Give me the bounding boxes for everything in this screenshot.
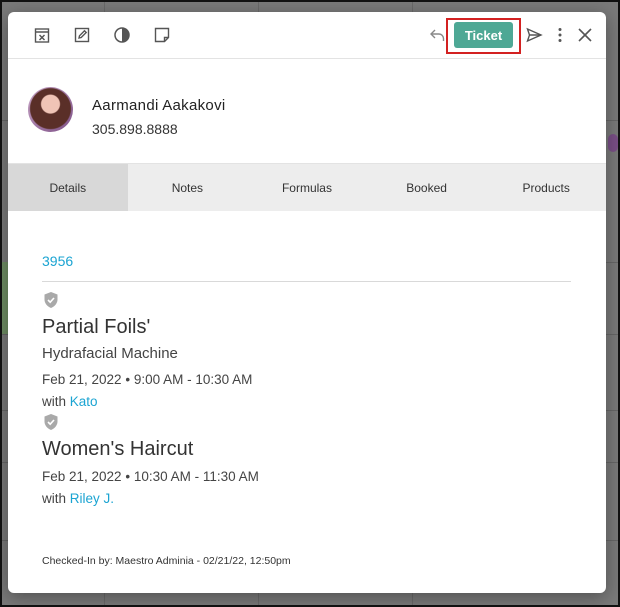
staff-link[interactable]: Riley J. (70, 491, 114, 506)
tab-notes[interactable]: Notes (128, 164, 248, 211)
divider (42, 281, 571, 282)
close-icon[interactable] (575, 25, 595, 45)
tab-booked[interactable]: Booked (367, 164, 487, 211)
with-label: with (42, 491, 67, 506)
avatar[interactable] (28, 87, 73, 132)
checked-in-info: Checked-In by: Maestro Adminia - 02/21/2… (42, 555, 291, 567)
service-datetime: Feb 21, 2022 • 9:00 AM - 10:30 AM (42, 372, 253, 387)
edit-icon[interactable] (72, 25, 92, 45)
ticket-number-link[interactable]: 3956 (42, 253, 73, 269)
tab-products[interactable]: Products (486, 164, 606, 211)
with-label: with (42, 394, 67, 409)
appointment-modal: Ticket Aarmandi Aakakovi 305.898.8888 De… (8, 12, 606, 593)
contrast-icon[interactable] (112, 25, 132, 45)
bg-indicator (608, 134, 618, 152)
calendar-cancel-icon[interactable] (32, 25, 52, 45)
ticket-button[interactable]: Ticket (454, 22, 513, 48)
service-time: 10:30 AM - 11:30 AM (133, 469, 259, 484)
service-name: Women's Haircut (42, 438, 194, 460)
send-icon[interactable] (524, 25, 544, 45)
client-phone: 305.898.8888 (92, 121, 178, 137)
service-datetime: Feb 21, 2022 • 10:30 AM - 11:30 AM (42, 469, 259, 484)
service-staff: with Riley J. (42, 491, 114, 506)
details-panel: 3956 Partial Foils' Hydrafacial Machine … (42, 211, 572, 593)
service-time: 9:00 AM - 10:30 AM (133, 372, 253, 387)
shield-check-icon (44, 414, 58, 430)
service-date: Feb 21, 2022 (42, 469, 122, 484)
client-name[interactable]: Aarmandi Aakakovi (92, 97, 226, 114)
more-vertical-icon[interactable] (550, 25, 570, 45)
modal-toolbar: Ticket (8, 12, 606, 59)
note-icon[interactable] (152, 25, 172, 45)
service-resource: Hydrafacial Machine (42, 345, 178, 362)
reply-icon[interactable] (427, 25, 447, 45)
shield-check-icon (44, 292, 58, 308)
bg-appointment-block (0, 262, 8, 334)
tab-details[interactable]: Details (8, 164, 128, 211)
staff-link[interactable]: Kato (70, 394, 98, 409)
service-date: Feb 21, 2022 (42, 372, 122, 387)
client-header: Aarmandi Aakakovi 305.898.8888 (8, 59, 606, 164)
tab-bar: Details Notes Formulas Booked Products (8, 164, 606, 211)
tab-formulas[interactable]: Formulas (247, 164, 367, 211)
service-name: Partial Foils' (42, 316, 151, 338)
service-staff: with Kato (42, 394, 98, 409)
